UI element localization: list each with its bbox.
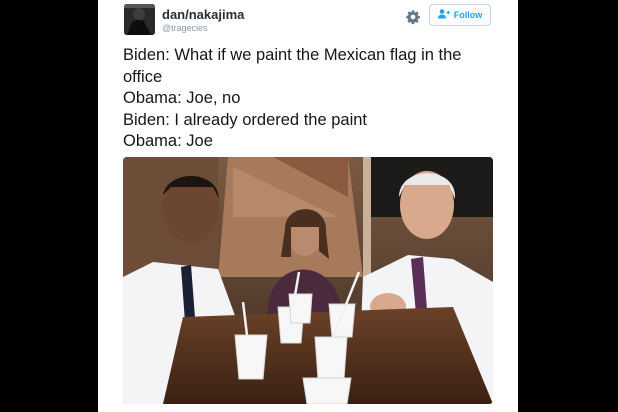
user-handle[interactable]: @tragecies — [162, 23, 208, 33]
tweet-line: Obama: Joe, no — [123, 89, 241, 107]
follow-button[interactable]: Follow — [429, 4, 491, 26]
user-name[interactable]: dan/nakajima — [162, 7, 244, 22]
tweet-card: dan/nakajima @tragecies Follow Biden: Wh… — [98, 0, 518, 412]
avatar[interactable] — [124, 4, 155, 35]
gear-icon[interactable] — [405, 9, 421, 25]
tweet-line: Obama: Joe — [123, 132, 213, 150]
tweet-line: Biden: What if we paint the Mexican flag… — [123, 46, 462, 86]
add-user-icon — [437, 9, 450, 21]
tweet-text: Biden: What if we paint the Mexican flag… — [123, 45, 493, 153]
follow-label: Follow — [453, 10, 483, 20]
tweet-photo[interactable] — [123, 157, 493, 404]
tweet-line: Biden: I already ordered the paint — [123, 110, 367, 129]
